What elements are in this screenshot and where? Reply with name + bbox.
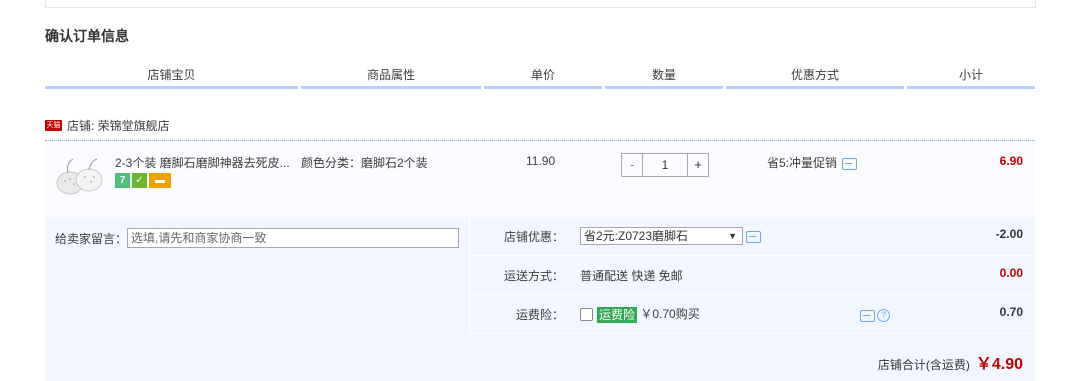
insurance-help: ?	[860, 308, 890, 323]
quantity-stepper: - 1 +	[621, 153, 709, 177]
shipping-label: 运送方式：	[503, 269, 564, 283]
help-icon[interactable]: ?	[877, 309, 890, 323]
column-header-promotion: 优惠方式	[726, 64, 904, 89]
shop-total: 店铺合计(含运费) ￥4.90	[878, 350, 1023, 374]
comment-icon[interactable]	[860, 309, 875, 322]
insurance-checkbox[interactable]	[580, 308, 593, 322]
credit-card-icon[interactable]: ▬	[149, 173, 171, 188]
column-header-price: 单价	[484, 64, 602, 89]
product-attribute: 颜色分类：磨脚石2个装	[301, 156, 428, 170]
column-header-item: 店铺宝贝	[45, 64, 298, 89]
shop-total-label: 店铺合计(含运费)	[877, 358, 970, 372]
comment-icon[interactable]	[842, 157, 858, 170]
insurance-tag: 运费险	[597, 306, 638, 323]
insurance-amount: 0.70	[999, 305, 1023, 319]
section-title: 确认订单信息	[45, 28, 129, 44]
comment-icon[interactable]	[746, 231, 761, 243]
unit-price: 11.90	[526, 154, 556, 168]
product-title-link[interactable]: 2-3个装 磨脚石磨脚神器去死皮...	[115, 154, 295, 171]
previous-section-box	[45, 0, 1036, 8]
shop-total-value: ￥4.90	[975, 356, 1023, 373]
item-subtotal: 6.90	[999, 154, 1023, 168]
column-header-subtotal: 小计	[907, 64, 1035, 89]
insurance-option: 运费险 ￥0.70购买	[580, 305, 700, 323]
seven-day-return-icon[interactable]: 7	[115, 173, 130, 188]
shop-discount-row: 店铺优惠： 省2元:Z0723磨脚石 ▼ -2.00	[470, 217, 1035, 256]
service-badges: 7 ✓ ▬	[115, 173, 173, 188]
seller-message-input[interactable]: 选填,请先和商家协商一致	[127, 228, 459, 248]
promotion-text: 省5:冲量促销	[767, 156, 838, 170]
order-summary-panel: 给卖家留言： 选填,请先和商家协商一致 店铺优惠： 省2元:Z0723磨脚石 ▼…	[45, 217, 1035, 381]
insurance-price-text: ￥0.70购买	[640, 307, 700, 321]
dropdown-arrow-icon: ▼	[728, 231, 737, 241]
column-header-quantity: 数量	[605, 64, 723, 89]
shop-row: 天猫 店铺: 荣锦堂旗舰店	[45, 115, 170, 135]
promotion-info: 省5:冲量促销	[767, 154, 858, 171]
insurance-label: 运费险：	[515, 308, 564, 322]
shop-discount-label: 店铺优惠：	[503, 230, 564, 244]
shop-name[interactable]: 店铺: 荣锦堂旗舰店	[67, 119, 170, 133]
quantity-increase-button[interactable]: +	[687, 154, 708, 176]
message-panel: 给卖家留言： 选填,请先和商家协商一致	[45, 217, 470, 334]
order-item-row: 2-3个装 磨脚石磨脚神器去死皮... 7 ✓ ▬ 颜色分类：磨脚石2个装 11.9…	[45, 141, 1035, 217]
shipping-row: 运送方式： 普通配送 快递 免邮 0.00	[470, 256, 1035, 295]
table-header: 店铺宝贝 商品属性 单价 数量 优惠方式 小计	[45, 64, 1035, 89]
column-header-attribute: 商品属性	[301, 64, 481, 89]
shop-discount-amount: -2.00	[995, 227, 1023, 241]
quantity-input[interactable]: 1	[643, 154, 687, 176]
quantity-decrease-button[interactable]: -	[622, 154, 643, 176]
shipping-amount: 0.00	[999, 266, 1023, 280]
guarantee-icon[interactable]: ✓	[132, 173, 147, 188]
shop-discount-selected: 省2元:Z0723磨脚石	[584, 229, 689, 243]
insurance-row: 运费险： 运费险 ￥0.70购买 ? 0.70	[470, 295, 1035, 334]
shipping-method: 普通配送 快递 免邮	[580, 269, 683, 283]
shop-discount-select[interactable]: 省2元:Z0723磨脚石 ▼	[580, 227, 743, 245]
product-thumbnail[interactable]	[53, 155, 105, 203]
tmall-badge-icon: 天猫	[45, 120, 62, 132]
message-label: 给卖家留言：	[55, 232, 128, 246]
